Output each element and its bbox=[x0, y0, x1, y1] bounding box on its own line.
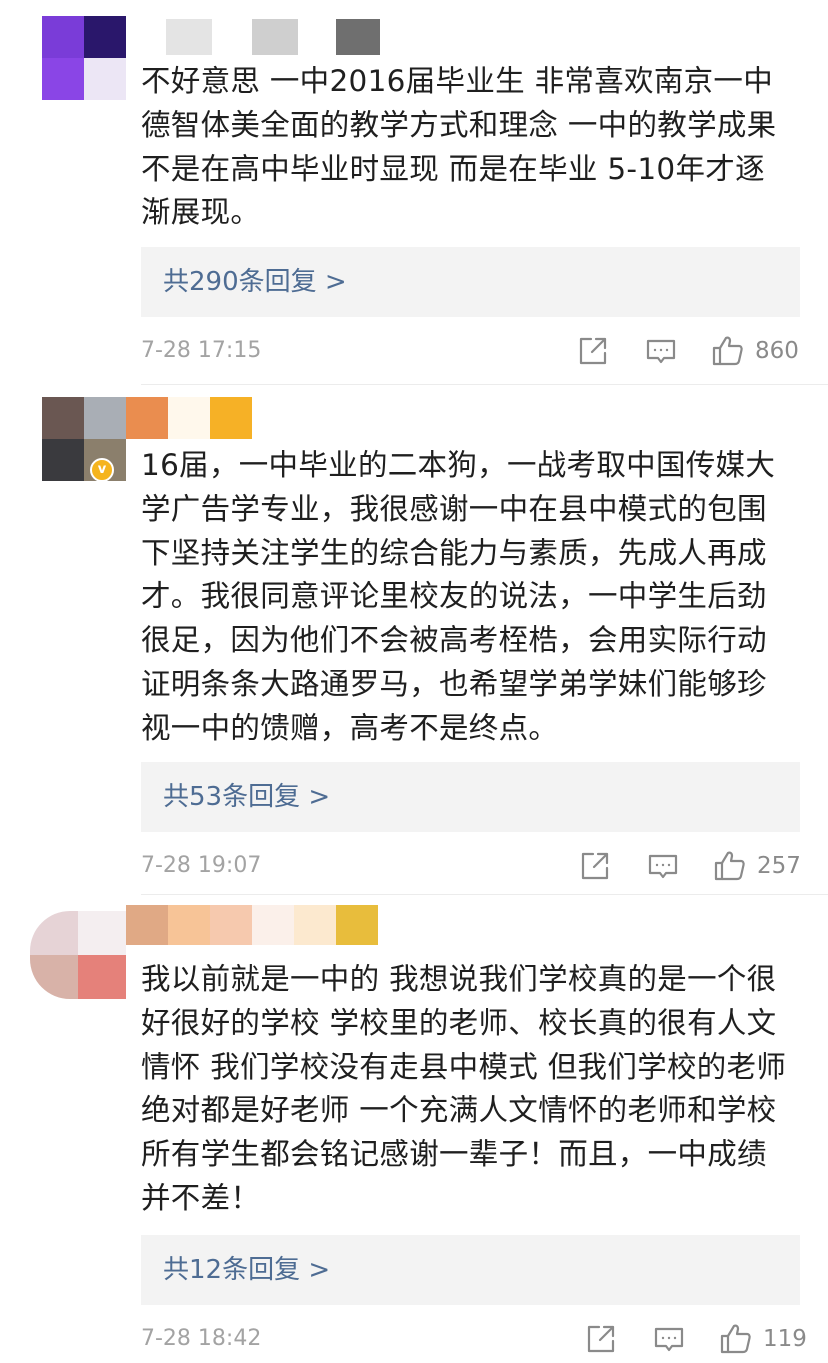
comment-text-line: 不好意思 一中2016届毕业生 非常喜欢南京一中 bbox=[141, 64, 774, 98]
view-replies-button[interactable]: 共53条回复 > bbox=[141, 762, 800, 832]
avatar-pixel bbox=[42, 397, 84, 439]
verified-badge: v bbox=[90, 458, 114, 482]
comment-item: 我以前就是一中的 我想说我们学校真的是一个很 好很好的学校 学校里的老师、校长真… bbox=[0, 895, 828, 1363]
view-replies-button[interactable]: 共12条回复 > bbox=[141, 1235, 800, 1305]
comment-text-line: 不是在高中毕业时显现 而是在毕业 5-10年才逐 bbox=[141, 151, 765, 186]
name-pixel bbox=[168, 905, 210, 945]
comment-text: 不好意思 一中2016届毕业生 非常喜欢南京一中 德智体美全面的教学方式和理念 … bbox=[141, 60, 813, 235]
comment-icon[interactable] bbox=[652, 1322, 686, 1356]
thumbs-up-icon[interactable] bbox=[719, 1322, 753, 1356]
username-obscured[interactable] bbox=[126, 397, 256, 439]
avatar-pixel bbox=[78, 955, 126, 999]
comment-footer: 7-28 19:07 257 bbox=[141, 848, 801, 884]
name-pixel bbox=[252, 19, 298, 55]
comment-footer: 7-28 17:15 860 bbox=[141, 333, 800, 369]
username-obscured[interactable] bbox=[160, 19, 380, 55]
comment-footer: 7-28 18:42 119 bbox=[141, 1321, 807, 1357]
name-pixel bbox=[294, 905, 336, 945]
comment-text-line: 渐展现。 bbox=[141, 195, 261, 230]
comment-text-line: 证明条条大路通罗马，也希望学弟学妹们能够珍 bbox=[141, 666, 767, 701]
comment-text-line: 16届，一中毕业的二本狗，一战考取中国传媒大 bbox=[141, 448, 776, 482]
comment-icon[interactable] bbox=[644, 334, 678, 368]
avatar-pixel bbox=[30, 911, 78, 955]
avatar-pixel bbox=[42, 439, 84, 481]
avatar-pixel bbox=[84, 58, 126, 100]
view-replies-button[interactable]: 共290条回复 > bbox=[141, 247, 800, 317]
avatar-pixel bbox=[84, 397, 126, 439]
comment-text-line: 很足，因为他们不会被高考桎梏，会用实际行动 bbox=[141, 623, 767, 658]
comment-text: 我以前就是一中的 我想说我们学校真的是一个很 好很好的学校 学校里的老师、校长真… bbox=[141, 958, 813, 1221]
avatar-pixel bbox=[30, 955, 78, 999]
avatar[interactable] bbox=[42, 16, 126, 100]
timestamp: 7-28 19:07 bbox=[141, 853, 262, 878]
name-pixel bbox=[210, 397, 252, 439]
name-pixel bbox=[336, 19, 380, 55]
timestamp: 7-28 17:15 bbox=[141, 338, 262, 363]
like-count: 257 bbox=[757, 853, 801, 879]
comment-text-line: 绝对都是好老师 一个充满人文情怀的老师和学校 bbox=[141, 1093, 777, 1128]
name-pixel bbox=[336, 905, 378, 945]
share-icon[interactable] bbox=[578, 849, 612, 883]
comment-text-line: 德智体美全面的教学方式和理念 一中的教学成果 bbox=[141, 107, 777, 142]
username-obscured[interactable] bbox=[126, 905, 378, 945]
timestamp: 7-28 18:42 bbox=[141, 1326, 262, 1351]
thumbs-up-icon[interactable] bbox=[713, 849, 747, 883]
name-pixel bbox=[126, 905, 168, 945]
avatar-pixel bbox=[42, 16, 84, 58]
like-count: 119 bbox=[763, 1326, 807, 1352]
name-pixel bbox=[168, 397, 210, 439]
name-pixel bbox=[166, 19, 212, 55]
like-count: 860 bbox=[755, 338, 799, 364]
comment-item: 不好意思 一中2016届毕业生 非常喜欢南京一中 德智体美全面的教学方式和理念 … bbox=[0, 0, 828, 385]
name-pixel bbox=[252, 905, 294, 945]
comment-text-line: 好很好的学校 学校里的老师、校长真的很有人文 bbox=[141, 1005, 777, 1040]
comment-text-line: 学广告学专业，我很感谢一中在县中模式的包围 bbox=[141, 491, 767, 526]
comment-text: 16届，一中毕业的二本狗，一战考取中国传媒大 学广告学专业，我很感谢一中在县中模… bbox=[141, 444, 813, 751]
avatar-pixel bbox=[78, 911, 126, 955]
comment-icon[interactable] bbox=[646, 849, 680, 883]
comment-text-line: 才。我很同意评论里校友的说法，一中学生后劲 bbox=[141, 579, 767, 614]
comment-item: v 16届，一中毕业的二本狗，一战考取中国传媒大 学广告学专业，我很感谢一中在县… bbox=[0, 385, 828, 894]
thumbs-up-icon[interactable] bbox=[711, 334, 745, 368]
name-pixel bbox=[210, 905, 252, 945]
avatar-pixel bbox=[42, 58, 84, 100]
share-icon[interactable] bbox=[584, 1322, 618, 1356]
comment-text-line: 情怀 我们学校没有走县中模式 但我们学校的老师 bbox=[141, 1049, 787, 1084]
comment-text-line: 并不差！ bbox=[141, 1180, 261, 1215]
name-pixel bbox=[126, 397, 168, 439]
comment-text-line: 下坚持关注学生的综合能力与素质，先成人再成 bbox=[141, 535, 767, 570]
comment-text-line: 所有学生都会铭记感谢一辈子！而且，一中成绩 bbox=[141, 1137, 767, 1172]
share-icon[interactable] bbox=[576, 334, 610, 368]
avatar[interactable] bbox=[30, 911, 126, 999]
comment-text-line: 视一中的馈赠，高考不是终点。 bbox=[141, 710, 559, 745]
avatar-pixel bbox=[84, 16, 126, 58]
comment-text-line: 我以前就是一中的 我想说我们学校真的是一个很 bbox=[141, 962, 777, 996]
